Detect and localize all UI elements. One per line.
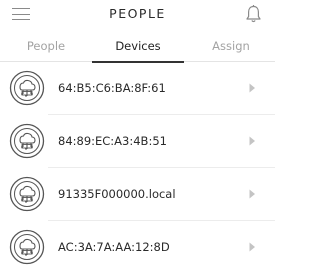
device-list: 64:B5:C6:BA:8F:61 84:89:EC:A3:4B:51 9133… — [0, 62, 275, 274]
chevron-right-icon — [249, 242, 255, 252]
device-name: AC:3A:7A:AA:12:8D — [58, 240, 170, 254]
device-row[interactable]: 84:89:EC:A3:4B:51 — [0, 115, 275, 168]
tab-people[interactable]: People — [10, 34, 82, 62]
device-name: 84:89:EC:A3:4B:51 — [58, 134, 167, 148]
device-cloud-icon — [9, 176, 45, 212]
device-name: 64:B5:C6:BA:8F:61 — [58, 81, 166, 95]
device-name: 91335F000000.local — [58, 187, 176, 201]
device-cloud-icon — [9, 123, 45, 159]
tab-devices[interactable]: Devices — [92, 34, 184, 63]
device-row[interactable]: AC:3A:7A:AA:12:8D — [0, 221, 275, 274]
device-cloud-icon — [9, 70, 45, 106]
chevron-right-icon — [249, 189, 255, 199]
chevron-right-icon — [249, 83, 255, 93]
device-row[interactable]: 64:B5:C6:BA:8F:61 — [0, 62, 275, 115]
top-bar: PEOPLE — [0, 0, 275, 30]
tab-assign[interactable]: Assign — [200, 34, 262, 62]
device-row[interactable]: 91335F000000.local — [0, 168, 275, 221]
bell-icon[interactable] — [245, 4, 262, 24]
device-cloud-icon — [9, 229, 45, 265]
page-title: PEOPLE — [109, 6, 166, 21]
tab-bar: People Devices Assign — [0, 34, 275, 63]
chevron-right-icon — [249, 136, 255, 146]
